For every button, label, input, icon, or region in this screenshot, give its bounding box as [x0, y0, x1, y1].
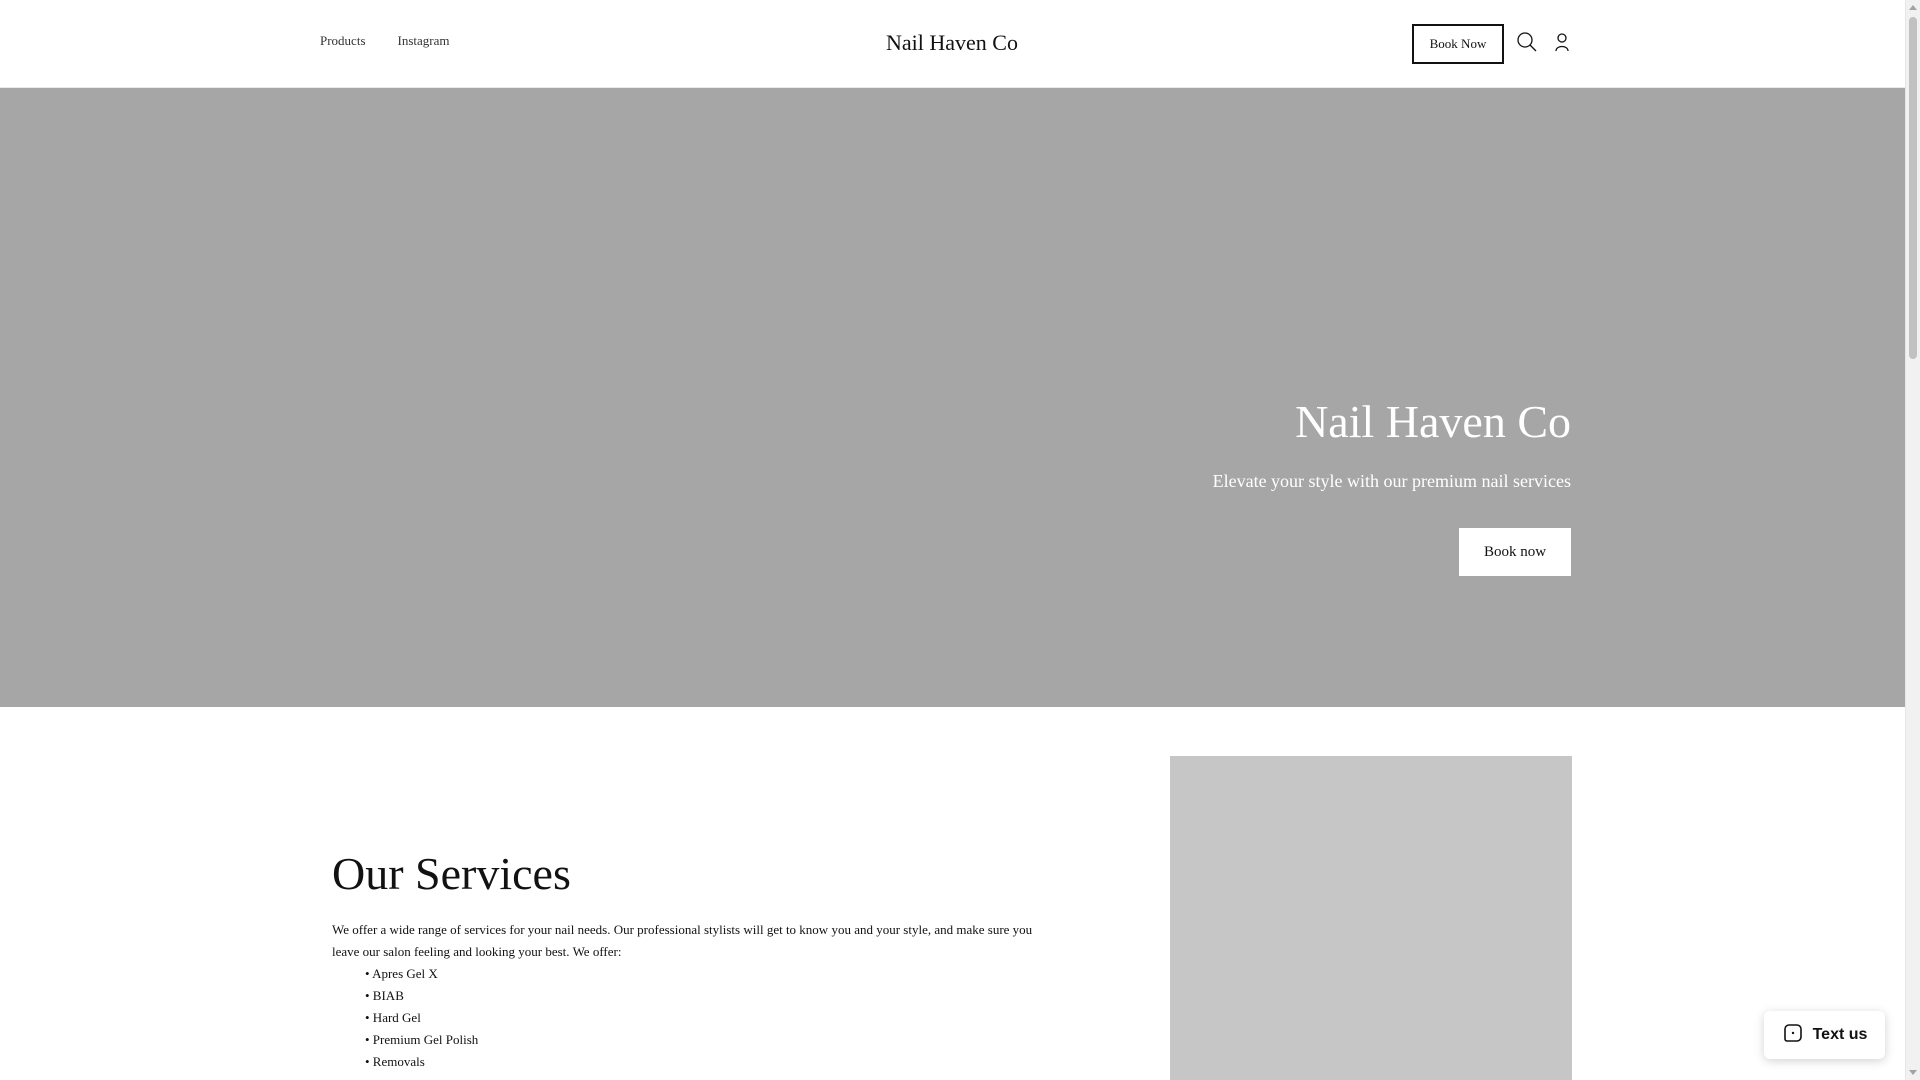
list-item: • Premium Gel Polish	[365, 1032, 479, 1047]
scroll-up-arrow-icon[interactable]	[1909, 5, 1917, 10]
account-icon[interactable]	[1550, 30, 1574, 54]
site-header: Products Instagram Nail Haven Co Book No…	[0, 0, 1905, 88]
list-item: • BIAB	[365, 988, 404, 1003]
nav-link-products[interactable]: Products	[320, 33, 366, 49]
scroll-down-arrow-icon[interactable]	[1909, 1070, 1917, 1075]
brand-logo-text[interactable]: Nail Haven Co	[886, 30, 1018, 56]
hero-book-now-button[interactable]: Book now	[1459, 528, 1571, 576]
services-image-placeholder	[1170, 756, 1572, 1080]
text-us-label: Text us	[1812, 1026, 1868, 1043]
hero-title: Nail Haven Co	[1295, 396, 1571, 447]
search-icon[interactable]	[1515, 30, 1539, 54]
text-us-widget-button[interactable]: Text us	[1764, 1011, 1885, 1059]
nav-link-instagram[interactable]: Instagram	[398, 33, 450, 49]
services-list: • Apres Gel X • BIAB • Hard Gel • Premiu…	[365, 963, 478, 1073]
list-item: • Removals	[365, 1054, 425, 1069]
main-nav: Products Instagram	[320, 33, 449, 49]
chat-bubble-icon	[1782, 1022, 1804, 1049]
header-book-now-button[interactable]: Book Now	[1412, 24, 1504, 64]
scrollbar-thumb[interactable]	[1909, 17, 1917, 359]
vertical-scrollbar[interactable]	[1905, 0, 1920, 1080]
list-item: • Hard Gel	[365, 1010, 421, 1025]
services-description: We offer a wide range of services for yo…	[332, 922, 1033, 959]
services-heading: Our Services	[332, 848, 571, 899]
list-item: • Apres Gel X	[365, 966, 438, 981]
page: Products Instagram Nail Haven Co Book No…	[0, 0, 1905, 1080]
hero-banner: Nail Haven Co Elevate your style with ou…	[0, 88, 1905, 707]
hero-subtitle: Elevate your style with our premium nail…	[1212, 471, 1571, 491]
